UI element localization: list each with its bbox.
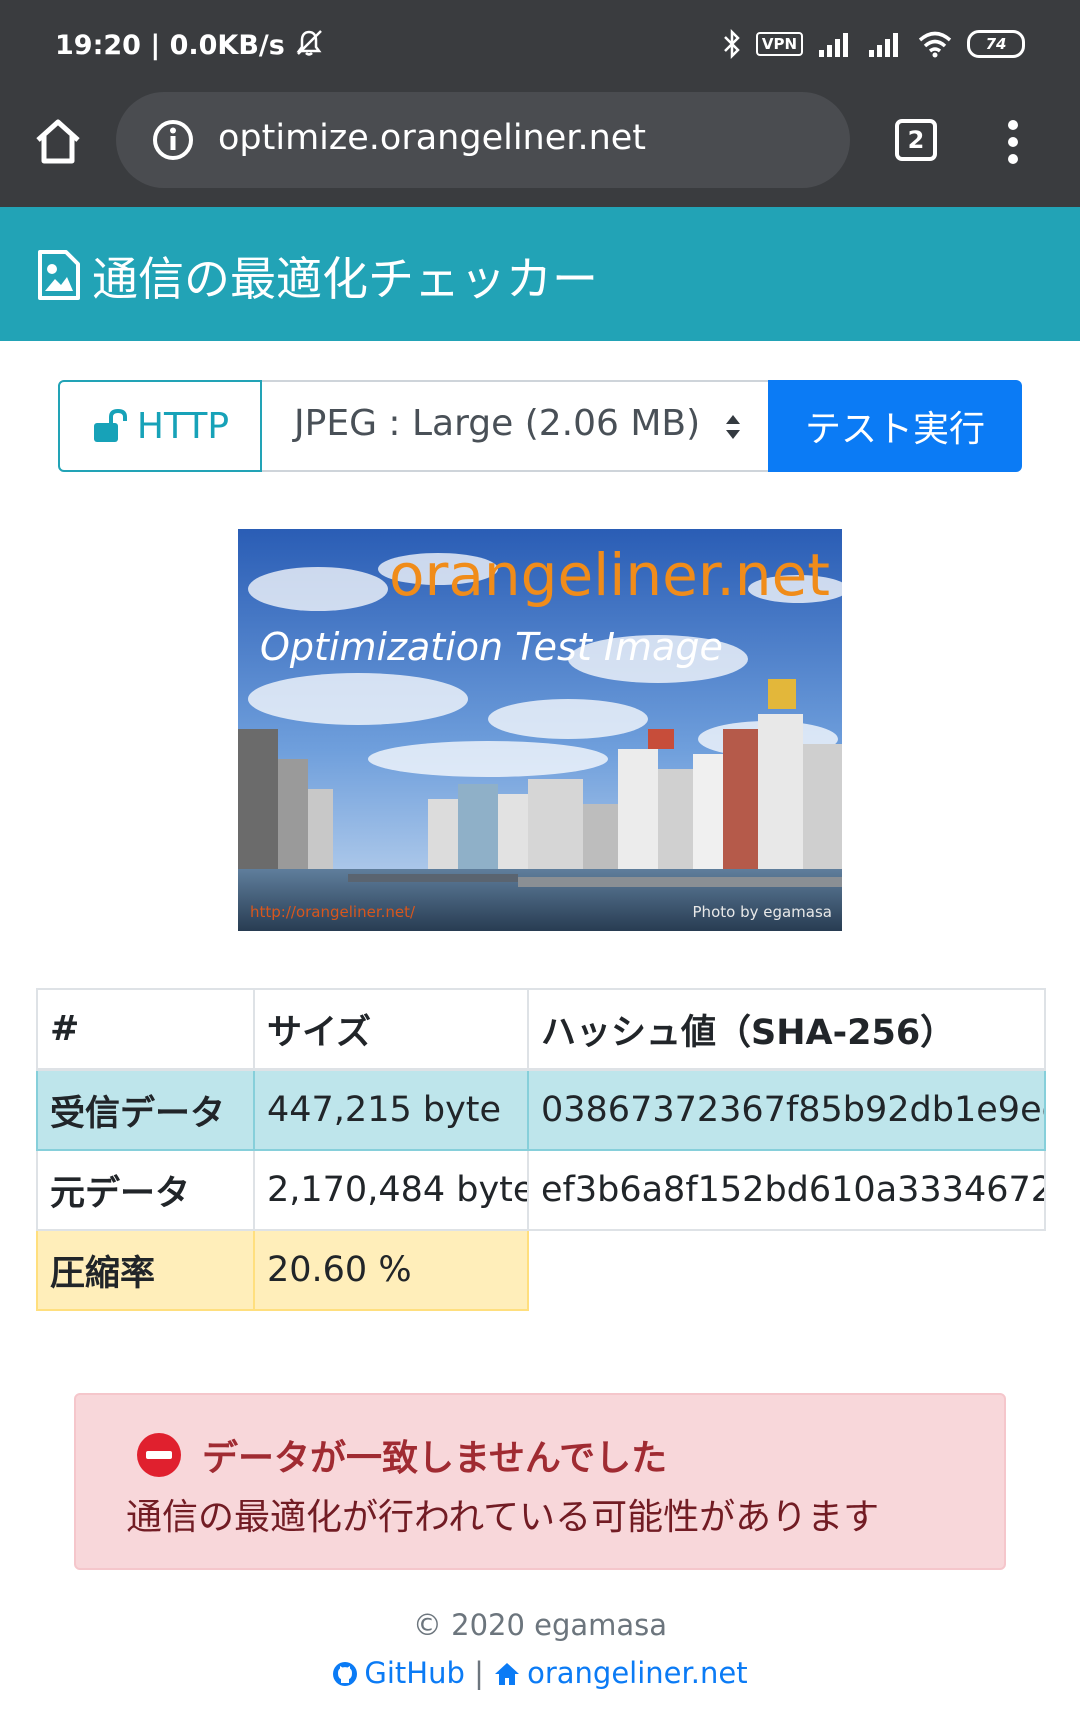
app-header: 通信の最適化チェッカー — [0, 207, 1080, 341]
row-label: 元データ — [36, 1149, 255, 1231]
run-test-button[interactable]: テスト実行 — [768, 380, 1022, 472]
alert-body: 通信の最適化が行われている可能性があります — [126, 1497, 880, 1538]
url-text[interactable]: optimize.orangeliner.net — [218, 118, 646, 158]
column-header: ハッシュ値（SHA-256） — [527, 988, 1046, 1071]
format-selected-value: JPEG : Large (2.06 MB) — [294, 403, 701, 444]
home-small-icon — [495, 1663, 520, 1685]
signal-icon-2 — [869, 33, 898, 57]
info-icon[interactable] — [152, 119, 194, 161]
column-header: # — [36, 988, 255, 1071]
row-label: 圧縮率 — [36, 1229, 255, 1311]
github-link-label: GitHub — [364, 1656, 465, 1690]
result-table: # サイズ ハッシュ値（SHA-256） 受信データ 447,215 byte … — [36, 988, 1046, 1311]
table-row-compression: 圧縮率 20.60 % — [36, 1229, 1045, 1311]
alert-heading: データが一致しませんでした — [202, 1438, 668, 1479]
minus-circle-icon — [137, 1433, 181, 1477]
hash-cell: ef3b6a8f152bd610a3334672( — [527, 1149, 1046, 1231]
footer-links: GitHub | orangeliner.net — [0, 1656, 1080, 1690]
row-label: 受信データ — [36, 1068, 255, 1151]
vpn-badge: VPN — [755, 32, 803, 56]
unlock-icon — [93, 409, 127, 442]
table-row-original: 元データ 2,170,484 byte ef3b6a8f152bd610a333… — [36, 1149, 1046, 1231]
bluetooth-icon — [723, 28, 740, 60]
table-header-row: # サイズ ハッシュ値（SHA-256） — [36, 988, 1046, 1071]
empty-cell — [528, 1230, 1045, 1310]
copyright: © 2020 egamasa — [412, 1608, 668, 1642]
browser-chrome: 19:20 | 0.0KB/s VPN 74 optimize.orangeli… — [0, 0, 1080, 207]
bell-off-icon — [296, 30, 323, 56]
tab-switcher-button[interactable]: 2 — [895, 119, 937, 161]
footer-separator: | — [474, 1656, 484, 1690]
protocol-label: HTTP — [136, 405, 230, 447]
test-controls: HTTP JPEG : Large (2.06 MB) テスト実行 — [58, 380, 1022, 472]
site-link-label: orangeliner.net — [527, 1656, 748, 1690]
optimization-test-image: orangeliner.net Optimization Test Image … — [238, 529, 842, 931]
sort-arrows-icon — [726, 415, 740, 439]
size-cell: 2,170,484 byte — [253, 1149, 529, 1231]
size-cell: 447,215 byte — [253, 1068, 529, 1151]
test-image-subtitle: Optimization Test Image — [260, 625, 723, 669]
mismatch-alert: データが一致しませんでした 通信の最適化が行われている可能性があります — [74, 1393, 1006, 1570]
test-image-url-watermark: http://orangeliner.net/ — [250, 903, 416, 921]
format-select[interactable]: JPEG : Large (2.06 MB) — [262, 380, 768, 472]
github-link[interactable]: GitHub — [332, 1656, 465, 1690]
browser-toolbar: optimize.orangeliner.net 2 — [0, 88, 1080, 207]
address-bar[interactable]: optimize.orangeliner.net — [116, 92, 850, 188]
table-row-received: 受信データ 447,215 byte 03867372367f85b92db1e… — [36, 1068, 1046, 1151]
page-title: 通信の最適化チェッカー — [92, 252, 598, 306]
wifi-icon — [918, 31, 952, 58]
ratio-cell: 20.60 % — [253, 1229, 529, 1311]
column-header: サイズ — [253, 988, 529, 1071]
test-image-brand: orangeliner.net — [389, 541, 830, 609]
test-image-credit: Photo by egamasa — [692, 903, 832, 921]
signal-icon — [819, 33, 848, 57]
github-icon — [333, 1662, 358, 1686]
site-link[interactable]: orangeliner.net — [493, 1656, 748, 1690]
status-bar: 19:20 | 0.0KB/s VPN 74 — [0, 0, 1080, 88]
protocol-toggle-button[interactable]: HTTP — [58, 380, 262, 472]
hash-cell: 03867372367f85b92db1e9ec — [527, 1068, 1046, 1151]
status-icons: VPN 74 — [722, 26, 1025, 62]
home-icon[interactable] — [32, 116, 84, 168]
status-time: 19:20 | 0.0KB/s — [55, 28, 324, 61]
more-menu-icon[interactable] — [998, 116, 1028, 168]
image-file-icon — [38, 250, 80, 300]
battery-indicator: 74 — [967, 30, 1025, 58]
